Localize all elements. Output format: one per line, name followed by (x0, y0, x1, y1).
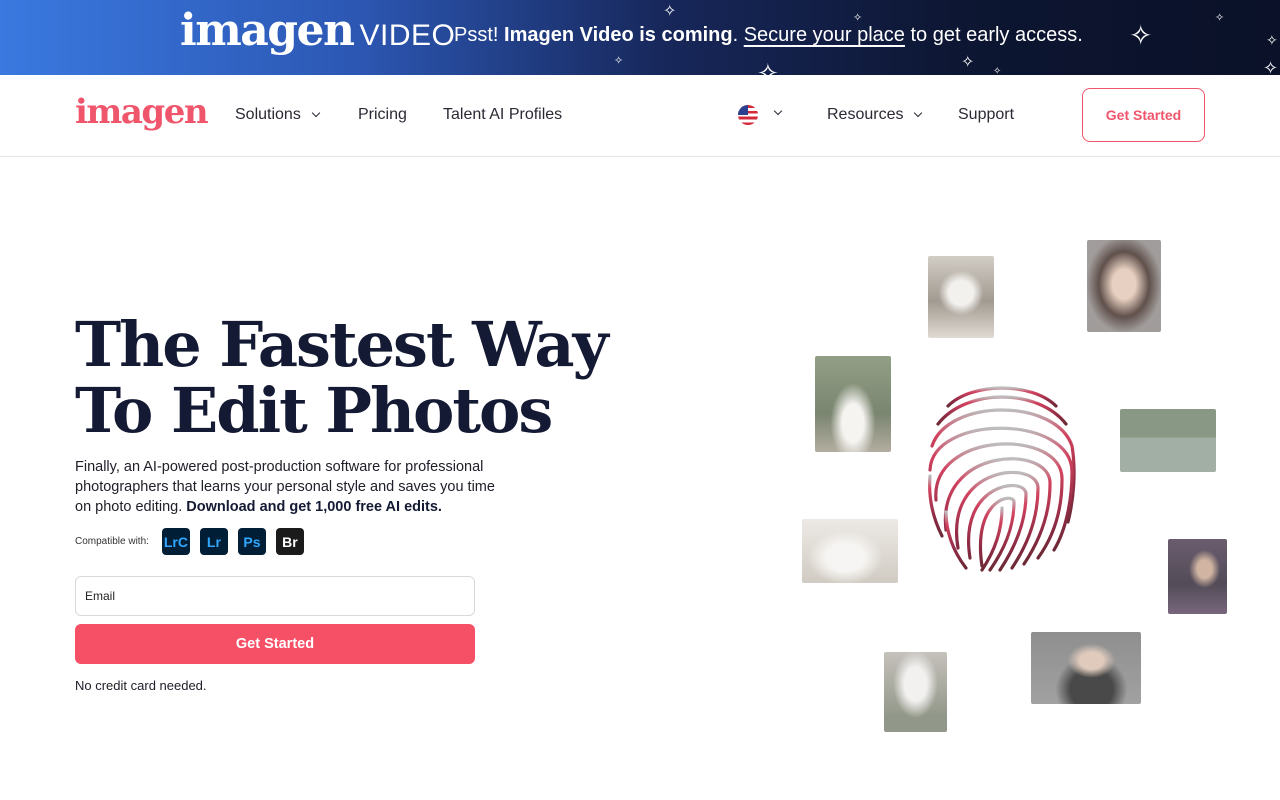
sparkle-icon: ✧ (1263, 58, 1279, 76)
bridge-icon: Br (275, 528, 304, 555)
promo-logo-brand: imagen (180, 5, 355, 56)
promo-prefix: Psst! (454, 24, 499, 46)
lakeside-boat-photo (1120, 409, 1216, 472)
bride-garden-photo (815, 356, 891, 452)
hero-description-highlight: Download and get 1,000 free AI edits. (186, 499, 442, 515)
nav-item-support[interactable]: Support (958, 106, 1014, 124)
promo-headline: Imagen Video is coming (504, 24, 733, 46)
compatibility-row: Compatible with: LrC Lr Ps Br (75, 528, 304, 555)
sparkle-icon: ✧ (663, 1, 677, 20)
photoshop-icon: Ps (237, 528, 266, 555)
email-field[interactable] (75, 576, 475, 616)
sparkle-icon: ✧ (853, 11, 863, 24)
man-toasting-photo (1168, 539, 1227, 614)
nav-item-label: Pricing (358, 106, 407, 123)
nav-item-pricing[interactable]: Pricing (358, 106, 407, 124)
compatible-with-label: Compatible with: (75, 536, 149, 547)
no-credit-card-note: No credit card needed. (75, 678, 207, 693)
header-get-started-button[interactable]: Get Started (1082, 88, 1205, 142)
hero-get-started-button[interactable]: Get Started (75, 624, 475, 664)
imagen-logo[interactable]: imagen (75, 92, 209, 132)
nav-item-solutions[interactable]: Solutions (235, 106, 321, 124)
nav-item-label: Support (958, 106, 1015, 123)
nav-item-label: Resources (827, 106, 904, 123)
promo-banner: imagen VIDEO Psst! Imagen Video is comin… (0, 0, 1280, 75)
promo-dot: . (732, 24, 739, 46)
promo-suffix: to get early access. (910, 24, 1083, 46)
lightroom-classic-icon: LrC (161, 528, 190, 555)
sparkle-icon: ✧ (757, 59, 779, 75)
nav-item-label: Solutions (235, 106, 301, 123)
imagen-video-logo[interactable]: imagen VIDEO (180, 6, 455, 56)
promo-logo-tag: VIDEO (359, 19, 456, 52)
sparkle-icon: ✧ (614, 54, 624, 67)
hero-title-line-2: To Edit Photos (75, 374, 553, 447)
lightroom-icon: Lr (199, 528, 228, 555)
hero-description: Finally, an AI-powered post-production s… (75, 457, 515, 517)
sparkle-icon: ✧ (961, 52, 975, 71)
chevron-down-icon (311, 108, 321, 118)
nav-item-resources[interactable]: Resources (827, 106, 923, 124)
us-flag-icon[interactable] (738, 105, 758, 125)
promo-message: Psst! Imagen Video is coming. Secure you… (454, 24, 1083, 47)
main-navigation: imagen Solutions Pricing Talent AI Profi… (0, 75, 1280, 157)
secure-place-link[interactable]: Secure your place (744, 24, 905, 46)
hero-title: The Fastest Way To Edit Photos (75, 312, 635, 444)
sparkle-icon: ✧ (1215, 11, 1225, 24)
woman-black-dress-photo (1031, 632, 1141, 704)
sparkle-icon: ✧ (1266, 33, 1278, 49)
fingerprint-icon (928, 386, 1076, 572)
bride-veil-bouquet-photo (884, 652, 947, 732)
nav-item-label: Talent AI Profiles (443, 106, 563, 123)
chevron-down-icon (914, 108, 923, 118)
sparkle-icon: ✧ (993, 66, 1002, 76)
hero-title-line-1: The Fastest Way (75, 308, 609, 381)
chevron-down-icon[interactable] (773, 106, 783, 116)
wedding-couple-photo (928, 256, 994, 338)
nav-item-talent-ai-profiles[interactable]: Talent AI Profiles (443, 106, 562, 124)
sparkle-icon: ✧ (1129, 19, 1153, 52)
smiling-woman-portrait-photo (1087, 240, 1161, 332)
bridal-party-photo (802, 519, 898, 583)
